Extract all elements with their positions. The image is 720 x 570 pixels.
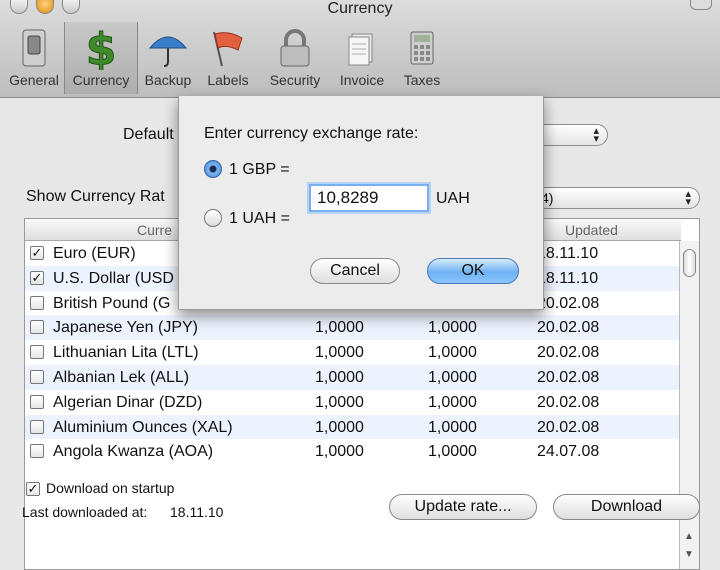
currency-inverse-rate: 1,0000	[428, 393, 477, 411]
tab-currency-label: Currency	[72, 72, 130, 88]
tab-taxes-label: Taxes	[403, 72, 441, 88]
currency-name: Angola Kwanza (AOA)	[53, 443, 214, 461]
tab-invoice[interactable]: Invoice	[332, 22, 392, 94]
currency-updated-date: 20.02.08	[537, 368, 600, 386]
currency-name: Albanian Lek (ALL)	[53, 368, 190, 386]
currency-inverse-rate: 1,0000	[428, 344, 477, 362]
tab-general-label: General	[9, 72, 59, 88]
download-on-startup-label: Download on startup	[46, 480, 175, 496]
column-header-updated[interactable]: Updated	[565, 222, 618, 238]
default-currency-label: Default	[123, 126, 174, 143]
lock-icon	[275, 28, 315, 68]
tab-backup-label: Backup	[144, 72, 192, 88]
last-downloaded-value: 18.11.10	[170, 504, 224, 520]
table-row[interactable]: Angola Kwanza (AOA) 1,0000 1,0000 24.07.08	[25, 439, 681, 464]
tab-backup[interactable]: Backup	[138, 22, 198, 94]
currency-rate: 1,0000	[315, 393, 364, 411]
currency-name: U.S. Dollar (USD	[53, 269, 174, 287]
currency-rate: 1,0000	[315, 319, 364, 337]
tab-invoice-label: Invoice	[339, 72, 385, 88]
currency-inverse-rate: 1,0000	[428, 443, 477, 461]
currency-rate: 1,0000	[315, 418, 364, 436]
currency-enabled-checkbox[interactable]	[30, 345, 44, 360]
option-uah-label: 1 UAH =	[229, 210, 290, 227]
currency-name: Euro (EUR)	[53, 245, 136, 262]
table-row[interactable]: Japanese Yen (JPY) 1,0000 1,0000 20.02.08	[25, 315, 681, 341]
currency-inverse-rate: 1,0000	[428, 418, 477, 436]
currency-updated-date: 18.11.10	[537, 269, 599, 287]
document-icon	[342, 28, 382, 68]
ok-button[interactable]: OK	[427, 258, 519, 284]
currency-enabled-checkbox[interactable]	[30, 320, 44, 335]
radio-gbp-option[interactable]	[204, 160, 222, 178]
currency-enabled-checkbox[interactable]	[30, 369, 44, 384]
currency-inverse-rate: 1,0000	[428, 368, 477, 386]
currency-enabled-checkbox[interactable]	[30, 444, 44, 459]
scroll-down-arrow-icon[interactable]: ▼	[684, 549, 694, 560]
currency-updated-date: 24.07.08	[537, 443, 600, 461]
currency-enabled-checkbox[interactable]	[30, 419, 44, 434]
currency-rate: 1,0000	[315, 344, 364, 362]
currency-updated-date: 20.02.08	[537, 319, 600, 337]
rate-unit-label: UAH	[436, 190, 470, 207]
download-on-startup-checkbox[interactable]: ✓	[26, 482, 40, 496]
scrollbar-thumb[interactable]	[683, 249, 696, 277]
preferences-toolbar: General $ Currency Backup Labels Securit…	[4, 22, 452, 94]
tab-labels[interactable]: Labels	[198, 22, 258, 94]
table-row[interactable]: Algerian Dinar (DZD) 1,0000 1,0000 20.02.08	[25, 390, 681, 415]
popup-arrows-icon: ▴ ▾	[685, 188, 691, 208]
currency-enabled-checkbox[interactable]: ✓	[30, 270, 44, 285]
currency-updated-date: 20.02.08	[537, 393, 600, 411]
tab-taxes[interactable]: Taxes	[392, 22, 452, 94]
window-title: Currency	[327, 0, 393, 17]
table-row[interactable]: Aluminium Ounces (XAL) 1,0000 1,0000 20.02.…	[25, 414, 681, 440]
dialog-prompt: Enter currency exchange rate:	[204, 125, 419, 142]
currency-updated-date: 20.02.08	[537, 294, 600, 312]
popup-arrows-icon: ▴ ▾	[593, 125, 599, 145]
tab-security-label: Security	[269, 72, 321, 88]
svg-text:$: $	[86, 26, 117, 70]
table-row[interactable]: Lithuanian Lita (LTL) 1,0000 1,0000 20.02.0…	[25, 340, 681, 365]
tab-currency[interactable]: $ Currency	[64, 22, 138, 94]
column-header-currency[interactable]: Curre	[137, 222, 172, 238]
currency-updated-date: 18.11.10	[537, 245, 599, 262]
title-bar: Currency General $ Currency Backup Label…	[0, 0, 720, 98]
table-row[interactable]: Albanian Lek (ALL) 1,0000 1,0000 20.02.08	[25, 364, 681, 390]
currency-inverse-rate: 1,0000	[428, 319, 477, 337]
tab-security[interactable]: Security	[258, 22, 332, 94]
currency-rate: 1,0000	[315, 443, 364, 461]
switch-icon	[14, 28, 54, 68]
currency-enabled-checkbox[interactable]	[30, 394, 44, 409]
option-gbp-label: 1 GBP =	[229, 161, 290, 178]
currency-name: Aluminium Ounces (XAL)	[53, 418, 233, 436]
scroll-up-arrow-icon[interactable]: ▲	[684, 531, 694, 542]
calculator-icon	[402, 28, 442, 68]
tab-general[interactable]: General	[4, 22, 64, 94]
currency-updated-date: 20.02.08	[537, 344, 600, 362]
cancel-button[interactable]: Cancel	[310, 258, 400, 284]
last-downloaded-label: Last downloaded at:	[22, 504, 148, 520]
currency-name: Japanese Yen (JPY)	[53, 319, 198, 337]
currency-rate: 1,0000	[315, 368, 364, 386]
tab-labels-label: Labels	[207, 72, 249, 88]
download-button[interactable]: Download	[553, 494, 700, 520]
currency-updated-date: 20.02.08	[537, 418, 600, 436]
currency-enabled-checkbox[interactable]: ✓	[30, 246, 44, 260]
exchange-rate-sheet: Enter currency exchange rate: 1 GBP = 1 …	[178, 96, 544, 310]
currency-name: British Pound (G	[53, 294, 171, 312]
currency-name: Algerian Dinar (DZD)	[53, 393, 203, 411]
show-currency-rates-label: Show Currency Rat	[26, 188, 165, 205]
exchange-rate-input[interactable]: 10,8289	[309, 184, 429, 212]
umbrella-icon	[148, 28, 188, 68]
toolbar-toggle-button[interactable]	[690, 0, 712, 10]
update-rate-button[interactable]: Update rate...	[389, 494, 537, 520]
flag-icon	[208, 28, 248, 68]
dollar-icon: $	[81, 26, 121, 70]
radio-uah-option[interactable]	[204, 209, 222, 227]
currency-enabled-checkbox[interactable]	[30, 295, 44, 310]
currency-name: Lithuanian Lita (LTL)	[53, 344, 199, 362]
